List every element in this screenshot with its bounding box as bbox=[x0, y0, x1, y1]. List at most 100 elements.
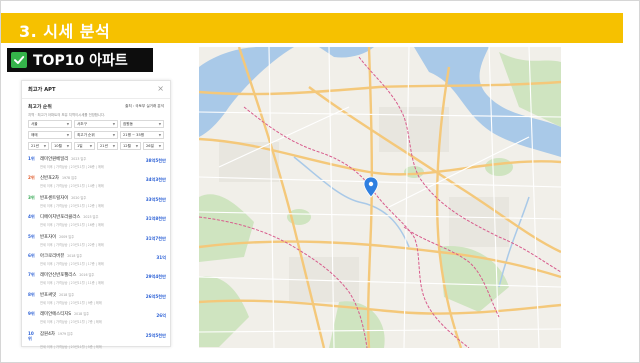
apartment-year: 2016 입주 bbox=[79, 273, 95, 278]
chevron-down-icon: ▼ bbox=[112, 144, 115, 148]
city-select[interactable]: 서울 ▼ bbox=[28, 120, 72, 128]
rank-number: 8위 bbox=[28, 291, 35, 297]
apartment-meta: 전세 이후 | 가격상승 | 23년11월 | 5층 | 매매 bbox=[40, 344, 102, 349]
apartment-meta: 전세 이후 | 가격상승 | 23년11월 | 17층 | 매매 bbox=[40, 261, 104, 266]
chevron-down-icon: ▼ bbox=[112, 133, 115, 137]
apartment-price: 26억 bbox=[156, 313, 166, 319]
apartment-year: 2018 입주 bbox=[67, 253, 83, 258]
map-view[interactable] bbox=[199, 47, 561, 348]
apartment-price: 34억3천만 bbox=[145, 177, 166, 183]
rank-item[interactable]: 1위 래미안원베일리 2023 입주 38억5천만전세 이후 | 가격상승 | 23년… bbox=[22, 154, 172, 173]
rank-number: 10위 bbox=[28, 330, 34, 341]
end-day-select[interactable]: 26일 ▼ bbox=[143, 142, 164, 150]
chevron-down-icon: ▼ bbox=[158, 144, 161, 148]
rank-number: 5위 bbox=[28, 233, 35, 239]
end-month-select[interactable]: 12월 ▼ bbox=[120, 142, 141, 150]
start-month-select[interactable]: 10월 ▼ bbox=[51, 142, 72, 150]
rank-number: 2위 bbox=[28, 175, 35, 181]
apartment-name: 반포센트럴자이 bbox=[40, 195, 69, 201]
rank-number: 6위 bbox=[28, 252, 35, 258]
apartment-name: 디에이치반포라클라스 bbox=[40, 215, 81, 221]
chevron-down-icon: ▼ bbox=[158, 122, 161, 126]
chevron-down-icon: ▼ bbox=[66, 133, 69, 137]
end-year-select[interactable]: 21년 ▼ bbox=[97, 142, 118, 150]
rank-item[interactable]: 6위 아크로리버뷰 2018 입주 31억전세 이후 | 가격상승 | 23년11월 … bbox=[22, 251, 172, 270]
rank-number: 3위 bbox=[28, 194, 35, 200]
apartment-name: 신반포2차 bbox=[40, 176, 59, 182]
chevron-down-icon: ▼ bbox=[43, 144, 46, 148]
apartment-year: 2009 입주 bbox=[59, 234, 75, 239]
chevron-down-icon: ▼ bbox=[66, 144, 69, 148]
apartment-meta: 전세 이후 | 가격상승 | 23년11월 | 11층 | 매매 bbox=[40, 281, 104, 286]
check-icon bbox=[11, 52, 27, 68]
district-select[interactable]: 서초구 ▼ bbox=[74, 120, 118, 128]
chevron-down-icon: ▼ bbox=[89, 144, 92, 148]
rank-item[interactable]: 3위 반포센트럴자이 2020 입주 33억5천만 전세 이후 | 가격상승 | 23년… bbox=[22, 193, 172, 212]
apartment-year: 2023 입주 bbox=[71, 157, 87, 161]
date-filter-row: 21년 ▼ 10월 ▼ 1일 ▼ 21년 ▼ 12월 ▼ 26일 ▼ bbox=[22, 139, 170, 150]
start-year-select[interactable]: 21년 ▼ bbox=[28, 142, 49, 150]
chevron-down-icon: ▼ bbox=[112, 122, 115, 126]
apartment-year: 1978 입주 bbox=[61, 176, 77, 181]
rank-number: 1위 bbox=[28, 156, 35, 161]
apartment-price: 31억8천만 bbox=[145, 216, 166, 222]
size-select[interactable]: 21평 ~ 35평 ▼ bbox=[120, 131, 164, 139]
apartment-name: 반포써밋 bbox=[40, 292, 57, 298]
apartment-price: 26억5천만 bbox=[145, 293, 166, 299]
section-label: TOP10 아파트 bbox=[33, 53, 128, 69]
apartment-meta: 전세 이후 | 가격상승 | 23년11월 | 16층 | 매매 bbox=[40, 223, 104, 228]
rank-line: 9위 래미안에스티지S 2018 입주 bbox=[28, 311, 166, 317]
panel-source-note: 출처 : 국토부 실거래 분석 bbox=[125, 104, 164, 108]
rank-item[interactable]: 2위 신반포2차 1978 입주 34억3천만전세 이후 | 가격상승 | 23년11… bbox=[22, 173, 172, 192]
apartment-name: 잠원4차 bbox=[40, 331, 55, 337]
rank-item[interactable]: 5위 반포자이 2009 입주 31억7천만전세 이후 | 가격상승 | 23년11월… bbox=[22, 232, 172, 251]
apartment-year: 2018 입주 bbox=[74, 312, 90, 317]
panel-header: 최고가 APT × bbox=[22, 81, 170, 99]
chevron-down-icon: ▼ bbox=[135, 144, 138, 148]
apartment-price: 25억5천만 bbox=[145, 332, 166, 338]
apartment-price: 29억4천만 bbox=[145, 274, 166, 280]
title-banner: 3. 시세 분석 bbox=[1, 13, 623, 43]
apartment-meta: 전세 이후 | 가격상승 | 23년11월 | 7층 | 매매 bbox=[40, 320, 102, 325]
chevron-down-icon: ▼ bbox=[66, 122, 69, 126]
close-icon[interactable]: × bbox=[157, 84, 164, 94]
slide: 3. 시세 분석 TOP10 아파트 최고가 APT × 최고가 순위 지역 ·… bbox=[0, 0, 640, 363]
apartment-price: 38억5천만 bbox=[145, 158, 166, 163]
apartment-price: 33억5천만 bbox=[145, 196, 166, 202]
apartment-name: 반포자이 bbox=[40, 234, 57, 240]
apartment-meta: 전세 이후 | 가격상승 | 23년11월 | 28층 | 매매 bbox=[40, 165, 104, 169]
start-day-select[interactable]: 1일 ▼ bbox=[74, 142, 95, 150]
deal-type-select[interactable]: 매매 ▼ bbox=[28, 131, 72, 139]
rank-item[interactable]: 4위 디에이치반포라클라스 2023 입주 31억8천만전세 이후 | 가격상승 | … bbox=[22, 212, 172, 231]
apartment-year: 2023 입주 bbox=[83, 215, 99, 220]
sort-select[interactable]: 최고가 순위 ▼ bbox=[74, 131, 118, 139]
chevron-down-icon: ▼ bbox=[158, 133, 161, 137]
top-price-panel: 최고가 APT × 최고가 순위 지역 · 최고가 아파트의 보유 지역이시세를… bbox=[21, 80, 172, 349]
panel-title: 최고가 APT bbox=[28, 87, 56, 93]
apartment-name: 래미안원베일리 bbox=[40, 157, 69, 162]
rank-number: 7위 bbox=[28, 272, 35, 278]
apartment-meta: 전세 이후 | 가격상승 | 23년11월 | 9층 | 매매 bbox=[40, 300, 102, 305]
apartment-year: 2020 입주 bbox=[71, 195, 87, 200]
apartment-price: 31억7천만 bbox=[145, 235, 166, 241]
rank-item[interactable]: 7위 래미안신반포팰리스 2016 입주 29억4천만전세 이후 | 가격상승 | 2… bbox=[22, 270, 172, 289]
apartment-meta: 전세 이후 | 가격상승 | 23년11월 | 14층 | 매매 bbox=[40, 184, 104, 189]
rank-line: 6위 아크로리버뷰 2018 입주 bbox=[28, 253, 166, 259]
rank-item[interactable]: 9위 래미안에스티지S 2018 입주 26억전세 이후 | 가격상승 | 23년11… bbox=[22, 309, 172, 328]
map-canvas[interactable] bbox=[199, 47, 561, 348]
dong-select[interactable]: 잠원동 ▼ bbox=[120, 120, 164, 128]
rank-number: 4위 bbox=[28, 214, 35, 220]
rank-item[interactable]: 10위 잠원4차 1979 입주 25억5천만전세 이후 | 가격상승 | 23년11… bbox=[22, 329, 172, 349]
type-filter-row: 매매 ▼ 최고가 순위 ▼ 21평 ~ 35평 ▼ bbox=[22, 128, 170, 139]
apartment-name: 아크로리버뷰 bbox=[40, 253, 65, 259]
rank-list: 1위 래미안원베일리 2023 입주 38억5천만 전세 이후 | 가격상승 | 23년… bbox=[22, 154, 172, 349]
section-tag: TOP10 아파트 bbox=[7, 48, 153, 72]
apartment-name: 래미안신반포팰리스 bbox=[40, 273, 77, 279]
apartment-price: 31억 bbox=[156, 254, 166, 260]
rank-item[interactable]: 8위 반포써밋 2018 입주 26억5천만전세 이후 | 가격상승 | 23년11월… bbox=[22, 290, 172, 309]
rank-number: 9위 bbox=[28, 311, 35, 317]
apartment-meta: 전세 이후 | 가격상승 | 23년11월 | 22층 | 매매 bbox=[40, 242, 104, 247]
slide-title: 3. 시세 분석 bbox=[19, 22, 111, 41]
apartment-year: 2018 입주 bbox=[59, 292, 75, 297]
apartment-year: 1979 입주 bbox=[57, 331, 73, 336]
